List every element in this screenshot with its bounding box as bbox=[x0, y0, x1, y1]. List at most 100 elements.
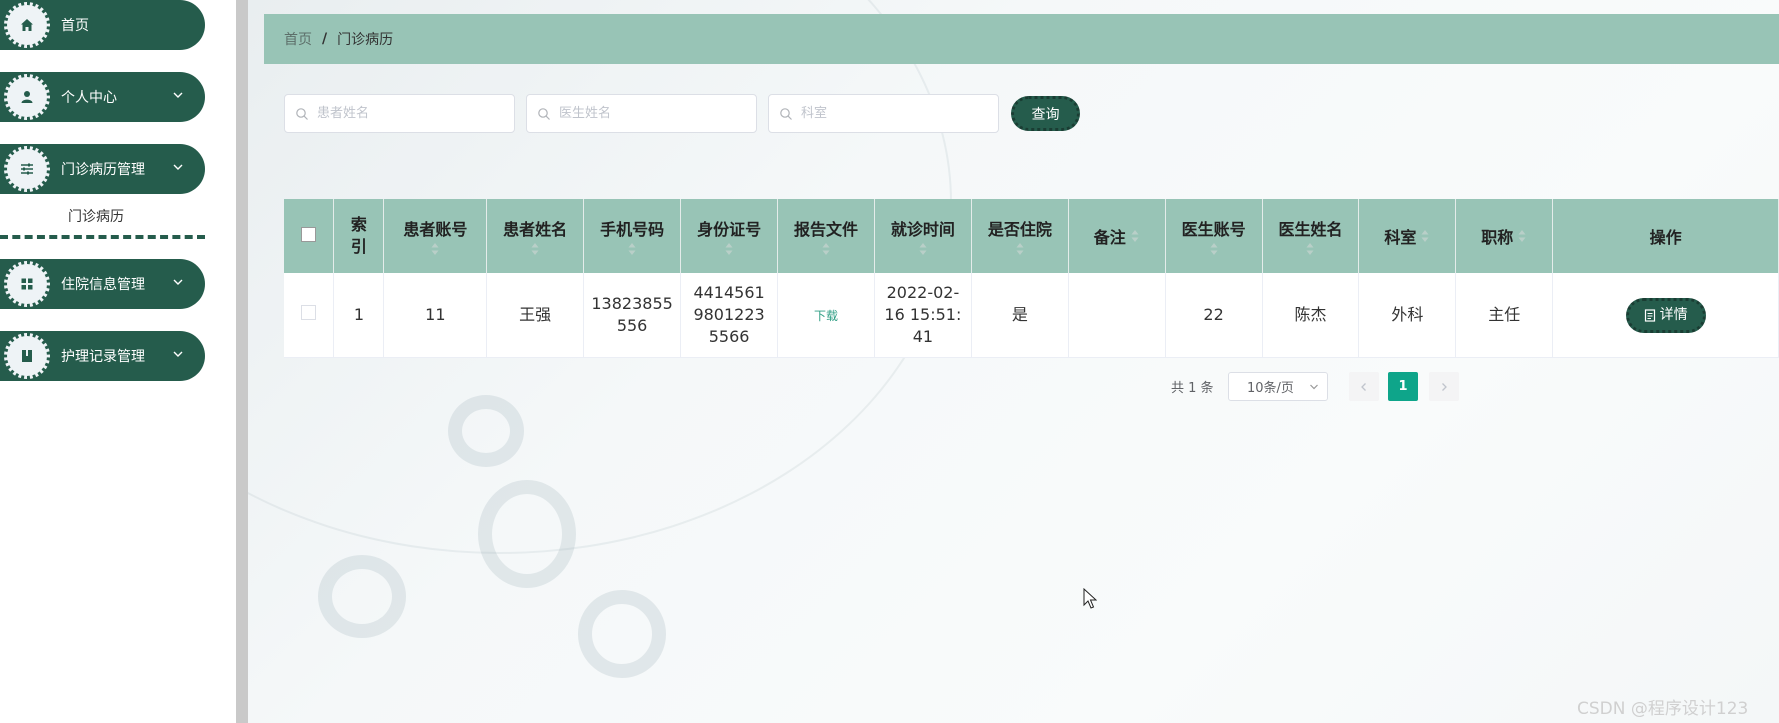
column-header-phone[interactable]: 手机号码 bbox=[583, 199, 682, 273]
cell-patient-account: 11 bbox=[383, 273, 488, 358]
cell-actions: 详情 bbox=[1552, 273, 1779, 358]
cell-index: 1 bbox=[333, 273, 385, 358]
query-button[interactable]: 查询 bbox=[1011, 96, 1080, 131]
column-header-visit-time[interactable]: 就诊时间 bbox=[874, 199, 972, 273]
main-content: 首页 / 门诊病历 查询 索引 患者账号 bbox=[248, 0, 1779, 723]
sidebar-item-home[interactable]: 首页 bbox=[0, 0, 205, 50]
sidebar-item-outpatient-records-management[interactable]: 门诊病历管理 bbox=[0, 144, 205, 194]
sort-icon[interactable] bbox=[1305, 242, 1315, 256]
page-size-value: 10条/页 bbox=[1247, 381, 1294, 396]
sort-icon[interactable] bbox=[1015, 242, 1025, 256]
select-all-cell bbox=[284, 199, 335, 273]
chevron-left-icon bbox=[1361, 382, 1366, 391]
sliders-icon bbox=[4, 146, 50, 192]
column-header-patient-account[interactable]: 患者账号 bbox=[383, 199, 488, 273]
select-all-checkbox[interactable] bbox=[301, 226, 317, 242]
sort-icon[interactable] bbox=[724, 242, 734, 256]
cell-report-file: 下载 bbox=[777, 273, 875, 358]
records-table: 索引 患者账号 患者姓名 手机号码 身份证号 报告文件 就诊时间 是否住院 备注… bbox=[284, 199, 1779, 358]
header-label: 索引 bbox=[350, 215, 367, 256]
mouse-cursor-icon bbox=[1083, 588, 1097, 609]
sidebar-scrollbar[interactable] bbox=[236, 0, 248, 723]
phone-text: 13823855556 bbox=[591, 294, 673, 335]
pagination-total: 共 1 条 bbox=[1171, 381, 1214, 396]
header-label: 备注 bbox=[1093, 228, 1126, 247]
grid-icon bbox=[4, 261, 50, 307]
sort-icon[interactable] bbox=[530, 242, 540, 256]
detail-button[interactable]: 详情 bbox=[1625, 297, 1706, 333]
sort-icon[interactable] bbox=[430, 242, 440, 256]
column-header-department[interactable]: 科室 bbox=[1358, 199, 1457, 273]
prev-page-button[interactable] bbox=[1349, 372, 1379, 401]
page-size-select[interactable]: 10条/页 bbox=[1228, 372, 1328, 401]
chevron-down-icon bbox=[1310, 384, 1318, 390]
watermark: CSDN @程序设计123 bbox=[1577, 699, 1749, 719]
column-header-id-number[interactable]: 身份证号 bbox=[680, 199, 779, 273]
sidebar-item-personal-center[interactable]: 个人中心 bbox=[0, 72, 205, 122]
sidebar-subitem-outpatient-records[interactable]: 门诊病历 bbox=[68, 206, 124, 226]
download-link[interactable]: 下载 bbox=[814, 309, 838, 323]
search-icon bbox=[296, 107, 308, 120]
sort-icon[interactable] bbox=[1420, 229, 1430, 243]
header-label: 职称 bbox=[1481, 228, 1514, 247]
table-row: 1 11 王强 13823855556 441456198012235566 下… bbox=[284, 273, 1779, 358]
sidebar-item-label: 住院信息管理 bbox=[61, 277, 145, 293]
header-label: 医生姓名 bbox=[1278, 220, 1343, 239]
book-icon bbox=[4, 333, 50, 379]
header-label: 科室 bbox=[1384, 228, 1417, 247]
row-checkbox[interactable] bbox=[301, 305, 317, 320]
department-search[interactable] bbox=[768, 94, 999, 133]
header-label: 是否住院 bbox=[987, 220, 1052, 239]
header-label: 就诊时间 bbox=[890, 220, 955, 239]
patient-name-search[interactable] bbox=[284, 94, 515, 133]
page-number-button[interactable]: 1 bbox=[1388, 372, 1418, 401]
sidebar-item-inpatient-info-management[interactable]: 住院信息管理 bbox=[0, 259, 205, 309]
column-header-doctor-account[interactable]: 医生账号 bbox=[1165, 199, 1263, 273]
column-header-doctor-name[interactable]: 医生姓名 bbox=[1262, 199, 1360, 273]
chevron-down-icon bbox=[173, 164, 183, 170]
header-label: 手机号码 bbox=[600, 220, 665, 239]
breadcrumb-separator: / bbox=[322, 31, 328, 47]
cell-hospitalized: 是 bbox=[971, 273, 1069, 358]
doctor-name-input[interactable] bbox=[557, 105, 751, 122]
header-label: 操作 bbox=[1649, 228, 1682, 247]
sidebar-item-label: 门诊病历管理 bbox=[61, 162, 145, 178]
id-number-text: 441456198012235566 bbox=[693, 283, 765, 346]
patient-name-input[interactable] bbox=[315, 105, 509, 122]
column-header-patient-name[interactable]: 患者姓名 bbox=[486, 199, 585, 273]
sort-icon[interactable] bbox=[918, 242, 928, 256]
breadcrumb-home[interactable]: 首页 bbox=[284, 29, 312, 49]
cell-doctor-account: 22 bbox=[1165, 273, 1263, 358]
sort-icon[interactable] bbox=[1130, 229, 1140, 243]
department-input[interactable] bbox=[799, 105, 993, 122]
sort-icon[interactable] bbox=[821, 242, 831, 256]
background-decoration bbox=[318, 555, 406, 638]
cell-visit-time: 2022-02-16 15:51:41 bbox=[874, 273, 972, 358]
cell-phone: 13823855556 bbox=[583, 273, 682, 358]
sort-icon[interactable] bbox=[1209, 242, 1219, 256]
header-label: 患者账号 bbox=[403, 220, 468, 239]
cell-doctor-name: 陈杰 bbox=[1262, 273, 1360, 358]
breadcrumb-current: 门诊病历 bbox=[337, 32, 394, 48]
search-icon bbox=[538, 107, 550, 120]
row-select-cell bbox=[284, 273, 335, 358]
column-header-remark[interactable]: 备注 bbox=[1068, 199, 1166, 273]
sidebar-item-label: 个人中心 bbox=[61, 90, 117, 106]
doctor-name-search[interactable] bbox=[526, 94, 757, 133]
background-decoration bbox=[578, 590, 666, 678]
user-icon bbox=[4, 74, 50, 120]
chevron-down-icon bbox=[173, 92, 183, 98]
column-header-hospitalized[interactable]: 是否住院 bbox=[971, 199, 1069, 273]
column-header-title[interactable]: 职称 bbox=[1455, 199, 1554, 273]
sidebar: 首页 个人中心 门诊病历管理 门诊病历 住院信息管理 护理记录管理 bbox=[0, 0, 236, 723]
header-label: 医生账号 bbox=[1181, 220, 1246, 239]
sort-icon[interactable] bbox=[627, 242, 637, 256]
sidebar-item-label: 首页 bbox=[61, 18, 89, 34]
sort-icon[interactable] bbox=[1517, 229, 1527, 243]
column-header-report-file[interactable]: 报告文件 bbox=[777, 199, 875, 273]
sidebar-item-nursing-records-management[interactable]: 护理记录管理 bbox=[0, 331, 205, 381]
chevron-down-icon bbox=[173, 279, 183, 285]
next-page-button[interactable] bbox=[1429, 372, 1459, 401]
divider bbox=[0, 235, 205, 239]
home-icon bbox=[4, 2, 50, 48]
